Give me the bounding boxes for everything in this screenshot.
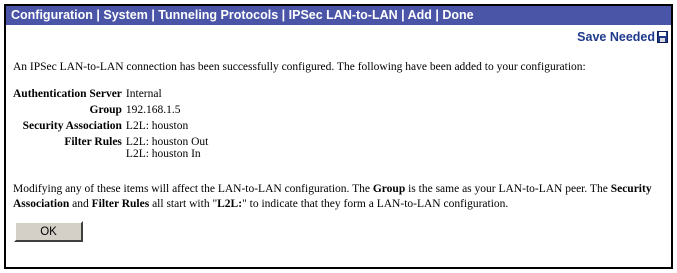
security-association-label: Security Association [22, 120, 122, 132]
main-panel: Configuration | System | Tunneling Proto… [4, 4, 673, 269]
breadcrumb-title-bar: Configuration | System | Tunneling Proto… [6, 6, 671, 25]
save-needed-label: Save Needed [577, 30, 655, 44]
save-needed-link[interactable]: Save Needed [577, 30, 668, 44]
note-text-2: is the same as your LAN-to-LAN peer. The [405, 183, 611, 195]
note-bold-filter-rules: Filter Rules [91, 198, 150, 210]
authentication-server-label: Authentication Server [13, 88, 122, 100]
note-text-5: " to indicate that they form a LAN-to-LA… [242, 198, 509, 210]
security-association-value: L2L: houston [125, 120, 189, 132]
success-message: An IPSec LAN-to-LAN connection has been … [13, 61, 586, 73]
note-bold-group: Group [372, 183, 406, 195]
floppy-disk-icon [657, 31, 668, 43]
authentication-server-value: Internal [125, 88, 162, 100]
ok-button[interactable]: OK [14, 221, 83, 242]
detail-row-filter-rules: Filter Rules L2L: houston Out L2L: houst… [13, 136, 208, 164]
detail-row-group: Group 192.168.1.5 [13, 104, 208, 120]
configuration-details-table: Authentication Server Internal Group 192… [13, 88, 208, 164]
detail-row-authentication-server: Authentication Server Internal [13, 88, 208, 104]
note-text-3: and [69, 198, 92, 210]
filter-rule-out: L2L: houston Out [125, 136, 209, 148]
save-row: Save Needed [6, 25, 671, 45]
modification-note: Modifying any of these items will affect… [13, 182, 663, 212]
filter-rules-values: L2L: houston Out L2L: houston In [126, 136, 208, 164]
group-value: 192.168.1.5 [125, 104, 181, 116]
note-text-1: Modifying any of these items will affect… [13, 183, 373, 195]
filter-rule-in: L2L: houston In [125, 148, 201, 160]
filter-rules-label: Filter Rules [64, 136, 122, 148]
group-label: Group [89, 104, 122, 116]
detail-row-security-association: Security Association L2L: houston [13, 120, 208, 136]
note-bold-l2l: L2L: [217, 198, 243, 210]
note-text-4: all start with " [149, 198, 218, 210]
